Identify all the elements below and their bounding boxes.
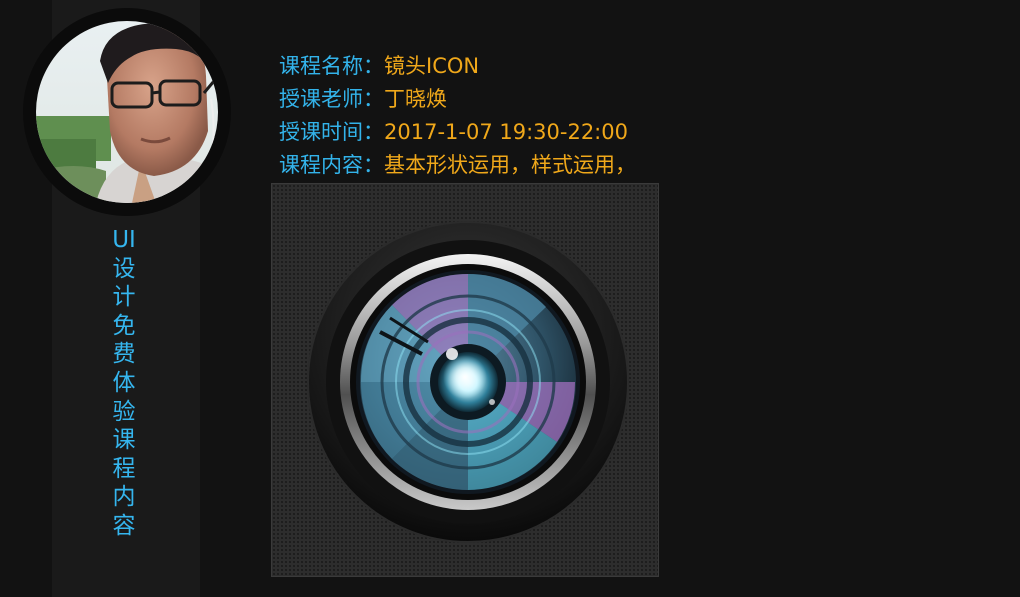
time-label: 授课时间： (279, 120, 384, 144)
content-value: 基本形状运用，样式运用， (384, 153, 636, 177)
vertical-title: UI设计免费体验课程内容 (112, 227, 136, 539)
course-name-value: 镜头ICON (384, 54, 480, 78)
teacher-value: 丁晓焕 (384, 87, 447, 111)
avatar-frame (23, 8, 231, 216)
course-slide: UI设计免费体验课程内容 课程名称：镜头ICON 授课老师：丁晓焕 授课时间：2… (0, 0, 1020, 597)
lens-icon-card (271, 183, 659, 577)
time-value: 2017-1-07 19:30-22:00 (384, 120, 628, 144)
course-name-label: 课程名称： (279, 54, 384, 78)
avatar-portrait-image (36, 21, 218, 203)
course-name-row: 课程名称：镜头ICON (279, 50, 636, 82)
course-info: 课程名称：镜头ICON 授课老师：丁晓焕 授课时间：2017-1-07 19:3… (279, 50, 636, 182)
content-row: 课程内容：基本形状运用，样式运用， (279, 149, 636, 181)
time-row: 授课时间：2017-1-07 19:30-22:00 (279, 116, 636, 148)
teacher-row: 授课老师：丁晓焕 (279, 83, 636, 115)
teacher-label: 授课老师： (279, 87, 384, 111)
avatar (36, 21, 218, 203)
camera-lens-icon (307, 221, 629, 543)
content-label: 课程内容： (279, 153, 384, 177)
